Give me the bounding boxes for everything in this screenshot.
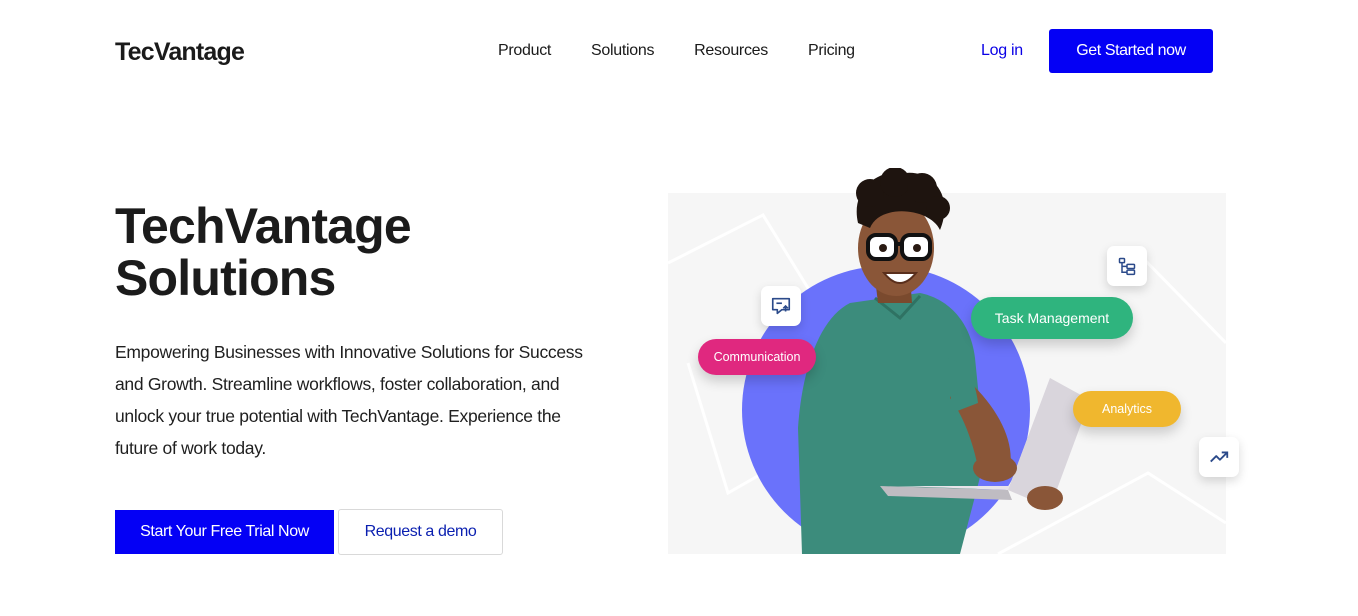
nav-item-solutions[interactable]: Solutions xyxy=(591,42,654,60)
person-with-laptop-image xyxy=(798,168,1090,554)
login-link[interactable]: Log in xyxy=(981,42,1023,60)
communication-tag: Communication xyxy=(698,339,816,375)
trending-card xyxy=(1199,437,1239,477)
hero-description: Empowering Businesses with Innovative So… xyxy=(115,342,583,458)
hierarchy-card xyxy=(1107,246,1147,286)
hero-title: TechVantage Solutions xyxy=(115,200,575,304)
chat-upload-icon xyxy=(771,297,791,315)
main-nav: Product Solutions Resources Pricing xyxy=(498,42,895,60)
hero-title-line2: Solutions xyxy=(115,250,336,306)
get-started-button[interactable]: Get Started now xyxy=(1049,29,1213,73)
task-management-tag: Task Management xyxy=(971,297,1133,339)
trending-up-icon xyxy=(1210,451,1229,463)
nav-item-product[interactable]: Product xyxy=(498,42,551,60)
hierarchy-icon xyxy=(1118,257,1136,276)
nav-item-resources[interactable]: Resources xyxy=(694,42,768,60)
chat-upload-card xyxy=(761,286,801,326)
analytics-tag: Analytics xyxy=(1073,391,1181,427)
brand-logo[interactable]: TecVantage xyxy=(115,38,245,67)
start-free-trial-button[interactable]: Start Your Free Trial Now xyxy=(115,510,334,554)
hero-title-line1: TechVantage xyxy=(115,198,412,254)
request-demo-button[interactable]: Request a demo xyxy=(338,509,503,555)
nav-item-pricing[interactable]: Pricing xyxy=(808,42,855,60)
